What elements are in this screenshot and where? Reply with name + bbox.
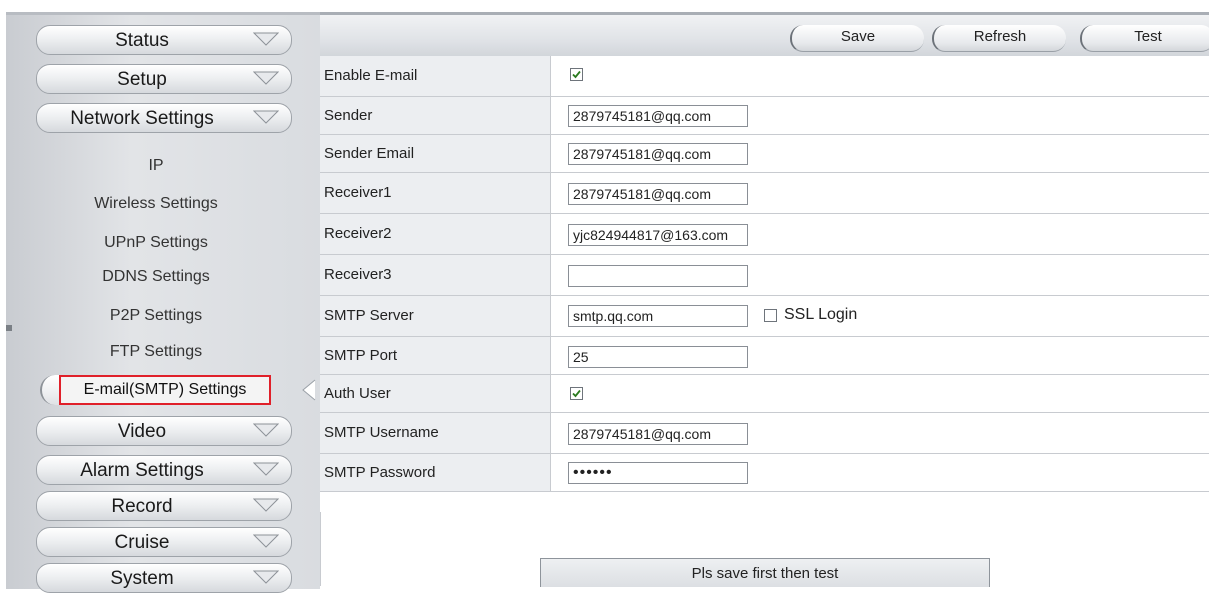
refresh-button[interactable]: Refresh [932,25,1066,52]
sidebar-group-label: Video [117,421,167,442]
sender-email-input[interactable]: 2879745181@qq.com [568,143,748,165]
selection-pointer-icon [302,379,316,401]
smtp-password-input[interactable]: •••••• [568,462,748,484]
chevron-down-icon [253,110,279,124]
field-label: Sender [320,97,551,134]
chevron-down-icon [253,71,279,85]
field-label: Receiver2 [320,214,551,254]
sidebar-item-upnp-settings[interactable]: UPnP Settings [46,234,266,252]
field-label: SMTP Port [320,337,551,374]
chevron-down-icon [253,498,279,512]
sidebar-group-label: Setup [117,69,167,90]
form-row-smtp-username: SMTP Username 2879745181@qq.com [320,413,1209,454]
sidebar-item-email-smtp-settings[interactable]: E-mail(SMTP) Settings [40,375,271,405]
form-row-smtp-port: SMTP Port 25 [320,337,1209,375]
field-label: Enable E-mail [320,56,551,96]
sidebar-group-label: Network Settings [70,108,214,129]
field-label: SMTP Username [320,413,551,453]
smtp-server-input[interactable]: smtp.qq.com [568,305,748,327]
form-row-receiver2: Receiver2 yjc824944817@163.com [320,214,1209,255]
chevron-down-icon [253,423,279,437]
sidebar-group-label: Record [111,496,173,517]
sidebar-group-label: Cruise [114,532,170,553]
sidebar-item-p2p-settings[interactable]: P2P Settings [46,307,266,325]
test-button[interactable]: Test [1080,25,1209,52]
form-row-smtp-server: SMTP Server smtp.qq.com SSL Login [320,296,1209,337]
chevron-down-icon [253,570,279,584]
sidebar-item-wireless-settings[interactable]: Wireless Settings [46,195,266,213]
chevron-down-icon [253,32,279,46]
form-row-auth-user: Auth User [320,375,1209,413]
form-row-sender-email: Sender Email 2879745181@qq.com [320,135,1209,173]
sidebar-group-label: Alarm Settings [80,460,204,481]
receiver3-input[interactable] [568,265,748,287]
smtp-port-input[interactable]: 25 [568,346,748,368]
sidebar: Status Setup Network Settings IP Wireles… [6,12,320,593]
enable-email-checkbox[interactable] [570,68,583,81]
form-row-enable-email: Enable E-mail [320,56,1209,97]
sender-input[interactable]: 2879745181@qq.com [568,105,748,127]
form-row-receiver1: Receiver1 2879745181@qq.com [320,173,1209,214]
sidebar-group-label: System [110,568,174,589]
checkmark-icon [572,389,581,398]
sidebar-group-network-settings[interactable]: Network Settings [36,103,292,133]
sidebar-group-setup[interactable]: Setup [36,64,292,94]
content-divider [320,512,321,586]
sidebar-group-alarm-settings[interactable]: Alarm Settings [36,455,292,485]
form-row-smtp-password: SMTP Password •••••• [320,454,1209,492]
sidebar-edge-handle [6,325,12,331]
field-label: Auth User [320,375,551,412]
checkmark-icon [572,70,581,79]
save-first-hint: Pls save first then test [540,558,990,587]
chevron-down-icon [253,534,279,548]
sidebar-group-system[interactable]: System [36,563,292,593]
sidebar-item-ddns-settings[interactable]: DDNS Settings [46,268,266,286]
sidebar-item-ftp-settings[interactable]: FTP Settings [46,343,266,361]
field-label: SMTP Server [320,296,551,336]
form-row-receiver3: Receiver3 [320,255,1209,296]
receiver1-input[interactable]: 2879745181@qq.com [568,183,748,205]
sidebar-group-video[interactable]: Video [36,416,292,446]
sidebar-group-label: Status [115,30,169,51]
receiver2-input[interactable]: yjc824944817@163.com [568,224,748,246]
ssl-login-label: SSL Login [784,306,858,323]
email-settings-form: Enable E-mail Sender 2879745181@qq.com S… [320,56,1209,492]
field-label: Receiver1 [320,173,551,213]
sidebar-group-status[interactable]: Status [36,25,292,55]
field-label: SMTP Password [320,454,551,491]
sidebar-group-cruise[interactable]: Cruise [36,527,292,557]
sidebar-group-record[interactable]: Record [36,491,292,521]
field-label: Receiver3 [320,255,551,295]
active-item-label: E-mail(SMTP) Settings [59,375,271,405]
toolbar: Save Refresh Test [320,12,1209,60]
ssl-login-checkbox[interactable] [764,309,777,322]
chevron-down-icon [253,462,279,476]
form-row-sender: Sender 2879745181@qq.com [320,97,1209,135]
smtp-username-input[interactable]: 2879745181@qq.com [568,423,748,445]
save-button[interactable]: Save [790,25,924,52]
field-label: Sender Email [320,135,551,172]
sidebar-item-ip[interactable]: IP [46,157,266,175]
auth-user-checkbox[interactable] [570,387,583,400]
